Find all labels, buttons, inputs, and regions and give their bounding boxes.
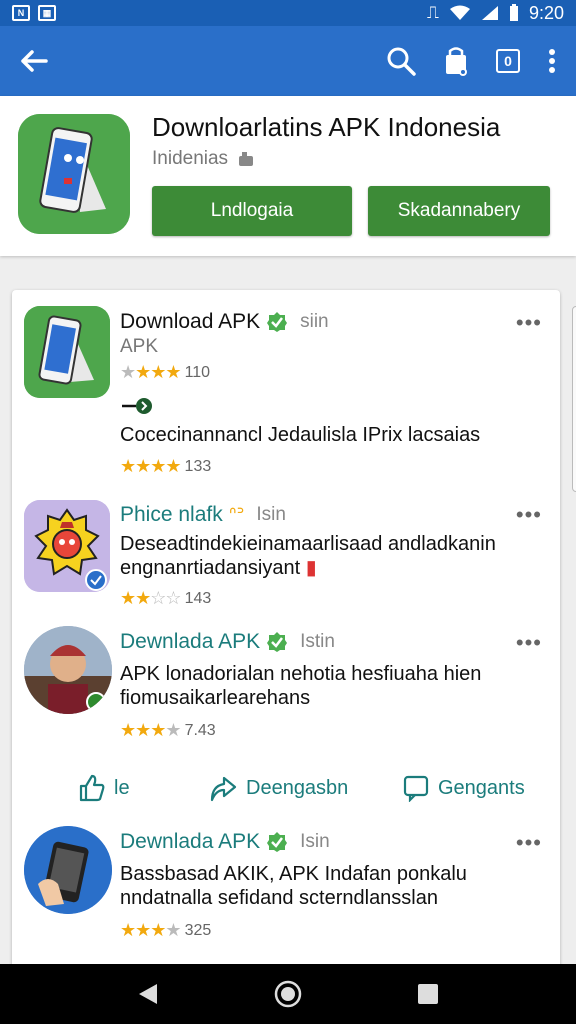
status-time: 9:20 (528, 2, 564, 23)
notification-icon: N (12, 5, 30, 21)
recents-nav-icon[interactable] (417, 983, 439, 1005)
system-nav-bar (0, 964, 576, 1024)
more-options-icon[interactable]: ••• (516, 830, 542, 856)
search-icon[interactable] (386, 46, 416, 76)
item-title: Phice nlafk ᐢᐣ Isin (120, 502, 286, 527)
more-options-icon[interactable]: ••• (516, 310, 542, 336)
item-app-icon (24, 306, 110, 398)
item-description: Cocecinannancl Jedaulisla IPrix lacsaias (120, 424, 481, 446)
developer-badge-icon (239, 152, 254, 166)
item-bullet (120, 396, 154, 422)
header-subtitle: Inidenias (152, 148, 256, 170)
user-avatar (24, 626, 112, 714)
battery-icon (509, 4, 518, 21)
rating-stars-icon: ★★★★ (120, 720, 182, 740)
post-actions: le Deengasbn Gengants (12, 760, 560, 816)
status-bar: N ▦ ⎍ 9:20 (0, 0, 576, 26)
more-options-icon[interactable]: ••• (516, 630, 542, 656)
item-app-icon (24, 500, 110, 592)
item-description: APK lonadorialan nehotia hesfiuaha hien … (120, 663, 482, 709)
item-rating: ★★★★ 133 (120, 456, 212, 476)
signal-icon (481, 6, 498, 20)
comment-button[interactable]: Gengants (402, 774, 525, 802)
verified-badge-icon (267, 832, 288, 852)
app-bar: 0 (0, 26, 576, 96)
results-list: Download APK siin ••• APK ★★★★ 110 Cocec… (12, 290, 560, 970)
item-title: Download APK siin (120, 310, 329, 333)
comment-icon (403, 775, 429, 802)
share-button[interactable]: Deengasbn (208, 774, 348, 802)
thumbs-up-icon (79, 774, 105, 802)
item-description: Bassbasad AKIK, APK Indafan ponkalu nnda… (120, 863, 467, 909)
rating-stars-icon: ★★★★ (120, 920, 182, 940)
more-options-icon[interactable]: ••• (516, 502, 542, 528)
share-icon (210, 776, 237, 802)
bullet-arrow-icon (122, 398, 152, 414)
item-rating: ★★☆☆ 143 (120, 588, 212, 608)
verified-badge-icon (267, 632, 288, 652)
flame-icon: ᐢᐣ (228, 504, 245, 526)
item-rating: ★★★★ 325 (120, 920, 212, 940)
page-title: Downloarlatins APK Indonesia (152, 112, 501, 142)
list-item[interactable]: Dewnlada APK Istin ••• APK lonadorialan … (12, 624, 560, 744)
list-item[interactable]: Dewnlada APK Isin ••• Bassbasad AKIK, AP… (12, 824, 560, 964)
back-arrow-icon[interactable] (20, 49, 48, 73)
primary-action-button[interactable]: Lndlogaia (152, 186, 352, 236)
wifi-icon (449, 5, 470, 20)
item-rating: ★★★★ 110 (120, 362, 211, 382)
item-category: APK (120, 336, 159, 357)
verified-badge-icon (267, 312, 288, 332)
tabs-counter[interactable]: 0 (496, 49, 520, 73)
app-header: Downloarlatins APK Indonesia Inidenias L… (0, 96, 576, 256)
vibrate-icon: ⎍ (427, 3, 439, 22)
rating-stars-icon: ★★★★ (120, 362, 182, 382)
back-nav-icon[interactable] (137, 982, 159, 1006)
shopping-bag-icon[interactable] (444, 46, 468, 76)
item-title: Dewnlada APK Istin (120, 630, 335, 653)
home-nav-icon[interactable] (274, 980, 302, 1008)
rating-stars-icon: ★★★★ (120, 456, 182, 476)
list-item[interactable]: Download APK siin ••• APK ★★★★ 110 Cocec… (12, 304, 560, 494)
rating-stars-icon: ★★☆☆ (120, 588, 182, 608)
lipstick-icon: ▮ (305, 557, 317, 579)
secondary-action-button[interactable]: Skadannabery (368, 186, 550, 236)
app-icon (18, 114, 130, 234)
like-button[interactable]: le (78, 774, 130, 802)
item-app-icon (24, 826, 112, 914)
side-scroll-handle[interactable] (572, 306, 576, 492)
gallery-notification-icon: ▦ (38, 5, 56, 21)
item-title: Dewnlada APK Isin (120, 830, 330, 853)
item-description: Deseadtindekieinamaarlisaad andladkanin … (120, 533, 496, 579)
overflow-menu-icon[interactable] (548, 48, 556, 74)
list-item[interactable]: Phice nlafk ᐢᐣ Isin ••• Deseadtindekiein… (12, 498, 560, 610)
developer-name: Inidenias (152, 148, 229, 169)
item-rating: ★★★★ 7.43 (120, 720, 216, 740)
